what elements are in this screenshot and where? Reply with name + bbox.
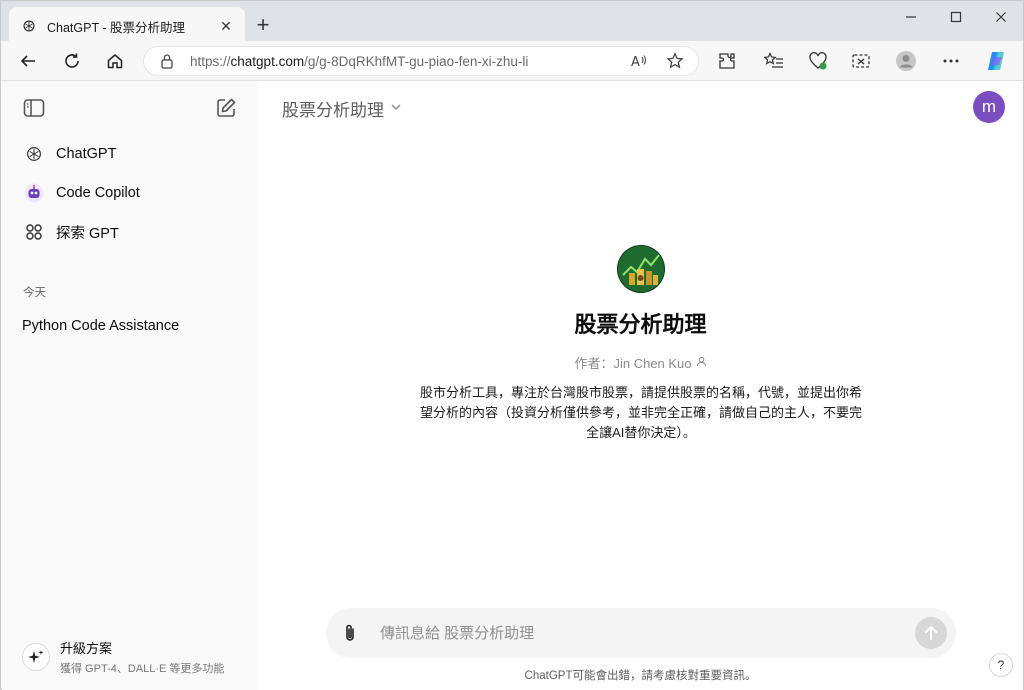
openai-favicon-icon [21,18,37,34]
tab-chatgpt[interactable]: ChatGPT - 股票分析助理 ✕ [9,7,245,45]
more-icon[interactable] [939,49,963,73]
upgrade-title: 升級方案 [60,641,113,656]
sparkle-icon [22,643,50,671]
screenshot-icon[interactable] [849,49,873,73]
tab-close-icon[interactable]: ✕ [217,17,235,35]
tab-strip: ChatGPT - 股票分析助理 ✕ + [1,1,1023,45]
message-input[interactable] [380,620,880,646]
read-aloud-icon[interactable]: A [630,52,648,75]
sidebar-item-code-copilot[interactable]: Code Copilot [14,175,246,211]
refresh-icon[interactable] [57,47,87,75]
openai-icon [24,144,44,164]
main-panel: 股票分析助理 m 股票分析助理 作者：Jin Chen Kuo 股市分析工具，專… [258,81,1023,690]
sidebar-item-label: Code Copilot [56,185,140,201]
copilot-icon[interactable] [984,49,1008,73]
message-composer [326,608,956,658]
send-button[interactable] [915,617,947,649]
sidebar-item-label: 探索 GPT [56,225,119,242]
model-name: 股票分析助理 [282,101,384,120]
extensions-icon[interactable] [715,49,739,73]
browser-window: ChatGPT - 股票分析助理 ✕ + https://chatgpt.com… [0,0,1024,690]
upgrade-subtitle: 獲得 GPT-4、DALL·E 等更多功能 [60,663,225,675]
sidebar-item-explore-gpt[interactable]: 探索 GPT [14,214,246,250]
sidebar: ChatGPT Code Copilot 探索 GPT 今天 Python Co… [2,81,258,690]
new-chat-icon[interactable] [214,97,238,119]
chevron-down-icon [390,100,402,118]
robot-icon [24,183,44,203]
maximize-icon[interactable] [936,5,976,29]
sidebar-item-chatgpt[interactable]: ChatGPT [14,136,246,172]
favorites-list-icon[interactable] [762,49,786,73]
gpt-description: 股市分析工具，專注於台灣股市股票，請提供股票的名稱，代號，並提出你希望分析的內容… [419,385,862,440]
history-section-today: 今天 [23,287,46,299]
profile-icon[interactable] [894,49,918,73]
minimize-icon[interactable] [891,5,931,29]
toggle-sidebar-icon[interactable] [22,97,46,119]
address-bar[interactable]: https://chatgpt.com/g/g-8DqRKhfMT-gu-pia… [143,46,699,76]
new-tab-button[interactable]: + [251,13,275,37]
disclaimer-text: ChatGPT可能會出錯，請考慮核對重要資訊。 [524,670,757,682]
lock-icon[interactable] [160,53,176,69]
favorite-star-icon[interactable] [666,52,684,75]
author-text: 作者：Jin Chen Kuo [574,356,692,371]
home-icon[interactable] [100,47,130,75]
gpt-author: 作者：Jin Chen Kuo [258,353,1023,372]
attach-icon[interactable] [338,621,362,645]
sidebar-item-label: ChatGPT [56,146,117,162]
gpt-name: 股票分析助理 [574,312,707,337]
close-window-icon[interactable] [981,5,1021,29]
back-icon[interactable] [13,47,43,75]
browser-toolbar: https://chatgpt.com/g/g-8DqRKhfMT-gu-pia… [1,41,1023,81]
gpt-logo-icon [617,245,665,293]
history-item[interactable]: Python Code Assistance [14,313,246,339]
browser-essentials-icon[interactable] [806,49,830,73]
svg-text:A: A [631,55,640,70]
avatar[interactable]: m [973,91,1005,123]
upgrade-plan-button[interactable]: 升級方案 獲得 GPT-4、DALL·E 等更多功能 [14,635,250,679]
tab-title: ChatGPT - 股票分析助理 [47,20,185,35]
grid-icon [24,222,44,242]
help-button[interactable]: ? [989,653,1013,677]
url-text: https://chatgpt.com/g/g-8DqRKhfMT-gu-pia… [190,53,529,69]
model-picker[interactable]: 股票分析助理 [282,96,402,121]
user-icon [696,355,707,370]
